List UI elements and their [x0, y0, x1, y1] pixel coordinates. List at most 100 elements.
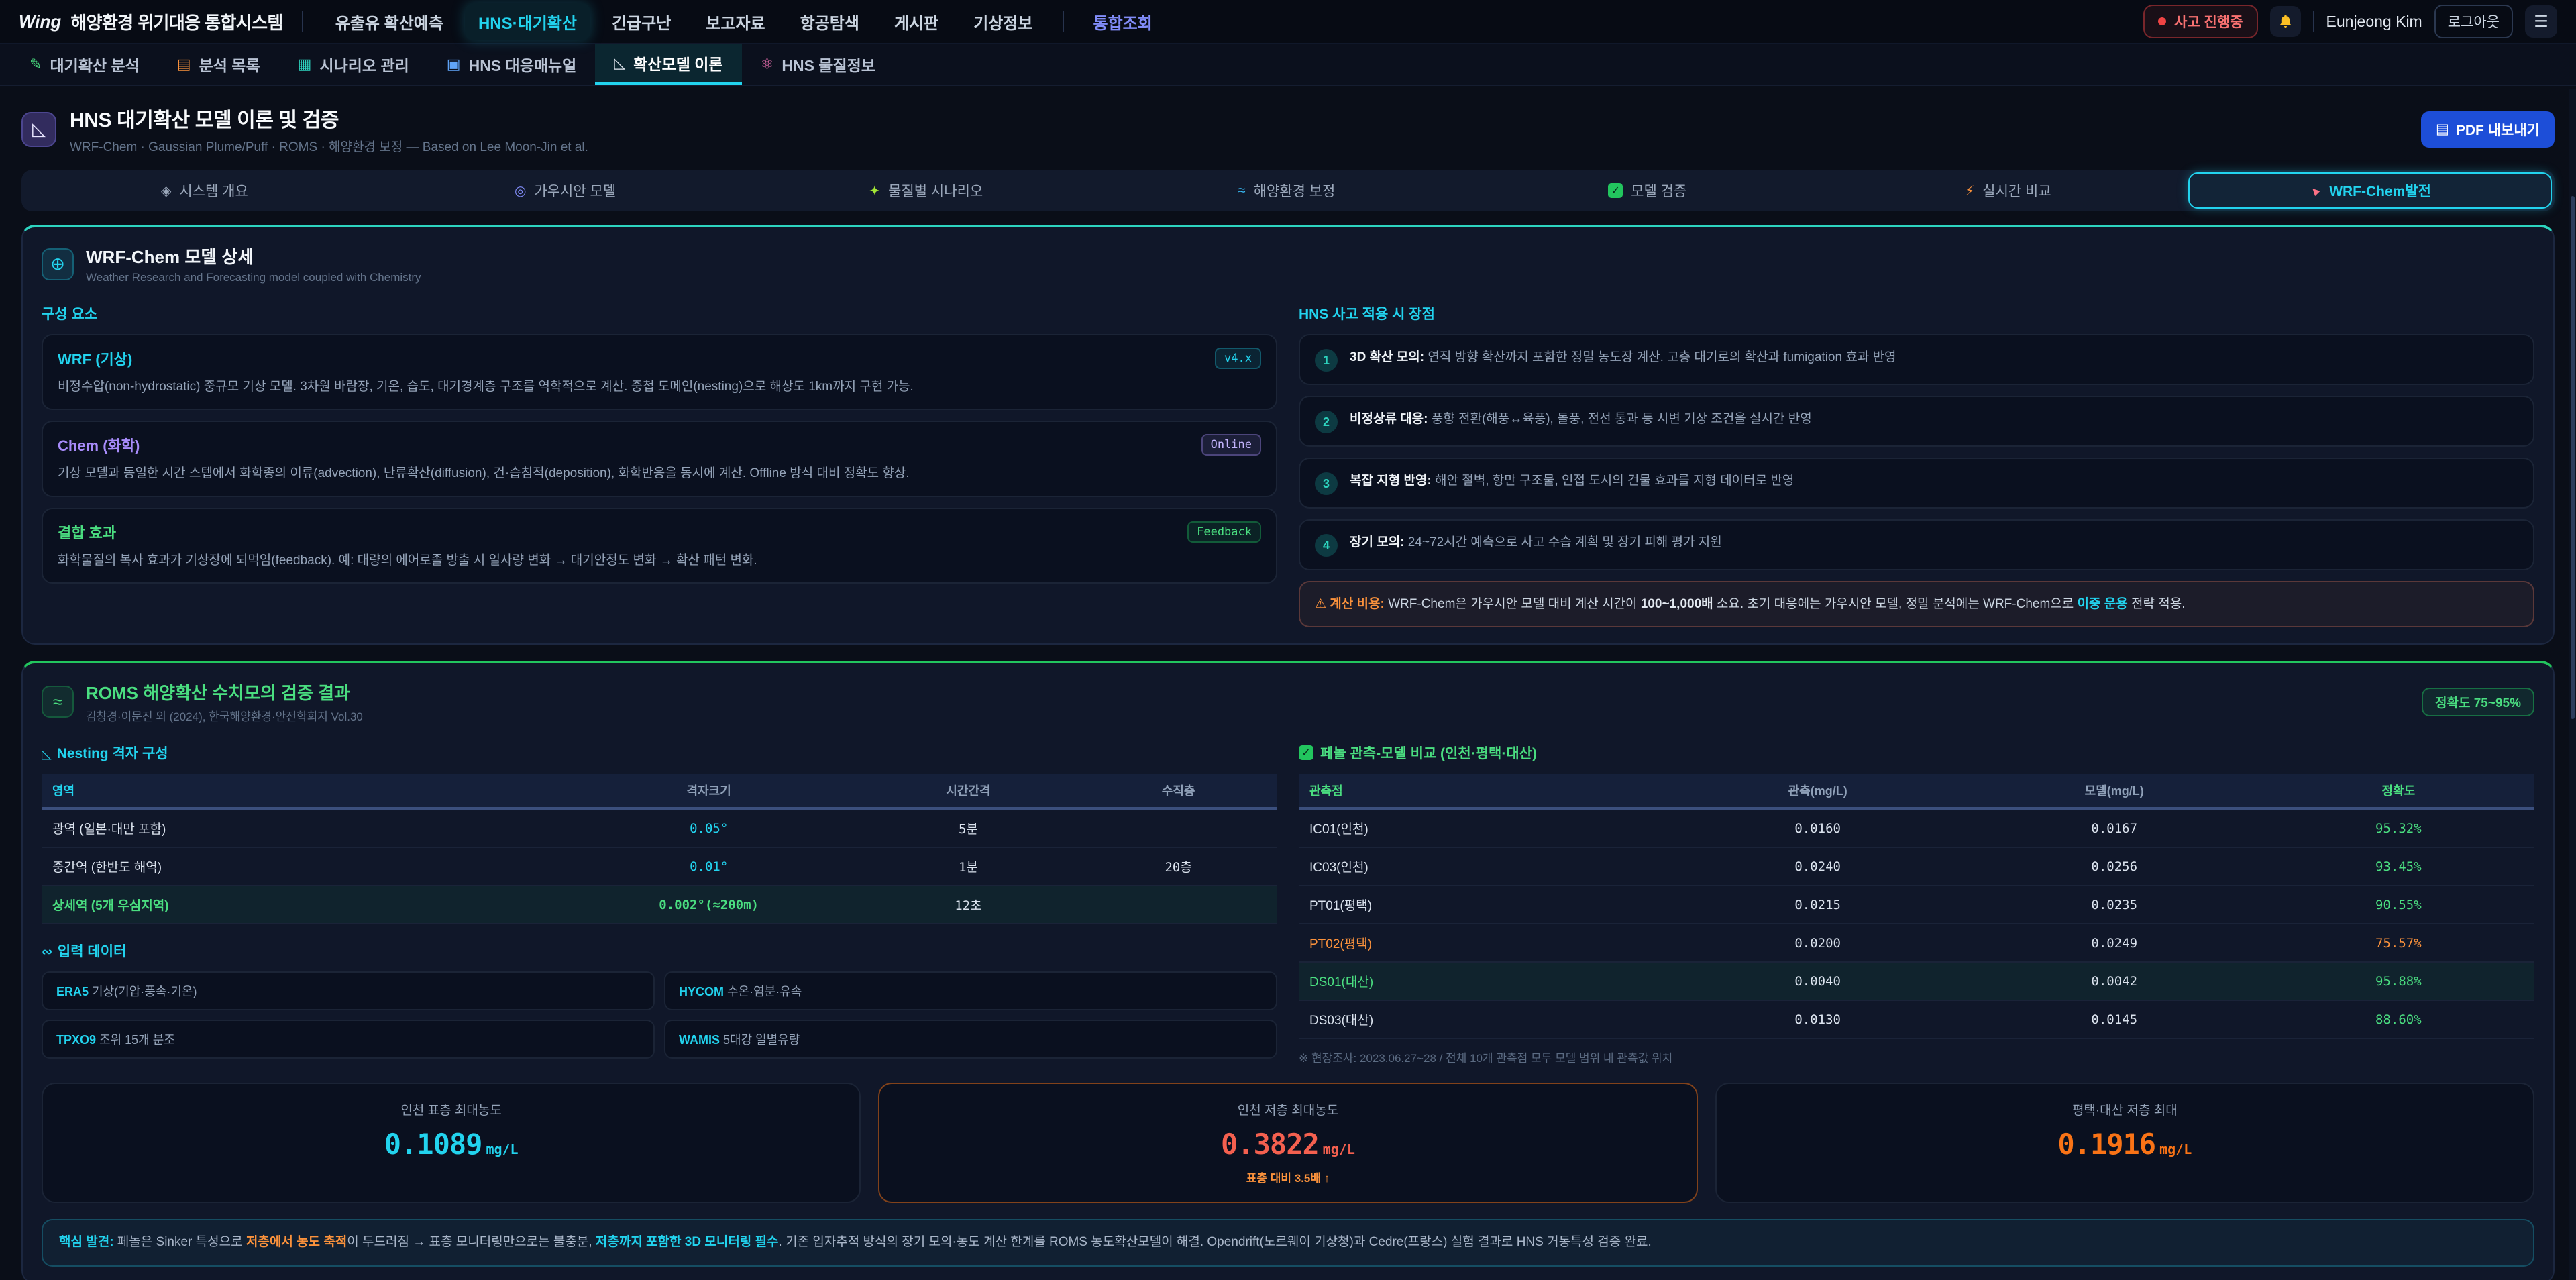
globe-icon: ⊕	[42, 248, 74, 280]
inputs-heading: ∾입력 데이터	[42, 941, 1277, 961]
incident-status-badge[interactable]: 사고 진행중	[2143, 5, 2257, 38]
spiral-icon: ◎	[515, 182, 526, 199]
table-row-highlighted: DS01(대산) 0.0040 0.0042 95.88%	[1299, 962, 2534, 1000]
tab-system-overview[interactable]: ◈시스템 개요	[24, 172, 385, 209]
input-chip-hycom: HYCOM 수온·염분·유속	[664, 971, 1277, 1010]
phenol-heading: ✓페놀 관측-모델 비교 (인천·평택·대산)	[1299, 743, 2534, 763]
concentration-stats: 인천 표층 최대농도 0.1089mg/L 인천 저층 최대농도 0.3822m…	[42, 1083, 2534, 1203]
logo-wing-icon: Wing	[19, 11, 61, 32]
wrf-section-subtitle: Weather Research and Forecasting model c…	[86, 271, 421, 284]
document-icon: ▤	[2436, 121, 2449, 138]
atom-icon: ⚛	[761, 56, 774, 73]
subnav-analysis-list[interactable]: ▤ 분석 목록	[158, 44, 279, 85]
component-name: Chem (화학)	[58, 434, 140, 456]
component-name: 결합 효과	[58, 521, 116, 543]
components-heading: 구성 요소	[42, 303, 1277, 323]
nav-item-board[interactable]: 게시판	[881, 3, 952, 40]
rocket-icon: ▲	[2306, 181, 2324, 199]
link-icon: ∾	[42, 945, 52, 959]
hamburger-menu-button[interactable]: ☰	[2525, 5, 2557, 38]
tab-substance-scenarios[interactable]: ✦물질별 시나리오	[745, 172, 1106, 209]
app-window: Wing 해양환경 위기대응 통합시스템 유출유 확산예측 HNS·대기확산 긴…	[0, 0, 2576, 1280]
nav-item-rescue[interactable]: 긴급구난	[598, 3, 684, 40]
app-logo[interactable]: Wing 해양환경 위기대응 통합시스템	[19, 9, 283, 34]
advantage-item: 2 비정상류 대응: 풍향 전환(해풍↔육풍), 돌풍, 전선 통과 등 시변 …	[1299, 396, 2534, 447]
subnav-diffusion-analysis[interactable]: ✎ 대기확산 분석	[11, 44, 158, 85]
components-column: 구성 요소 WRF (기상) v4.x 비정수압(non-hydrostatic…	[42, 298, 1277, 627]
stat-card-pyeongtaek-daesan-bottom: 평택·대산 저층 최대 0.1916mg/L	[1715, 1083, 2534, 1203]
stat-card-incheon-bottom: 인천 저층 최대농도 0.3822mg/L 표층 대비 3.5배 ↑	[878, 1083, 1697, 1203]
nav-item-hns-diffusion[interactable]: HNS·대기확산	[465, 3, 590, 40]
tab-model-validation[interactable]: ✓모델 검증	[1467, 172, 1828, 209]
nav-item-reports[interactable]: 보고자료	[692, 3, 778, 40]
topnav-right: 사고 진행중 Eunjeong Kim 로그아웃 ☰	[2143, 5, 2557, 38]
nav-item-weather[interactable]: 기상정보	[960, 3, 1046, 40]
advantages-column: HNS 사고 적용 시 장점 1 3D 확산 모의: 연직 방향 확산까지 포함…	[1299, 298, 2534, 627]
logout-button[interactable]: 로그아웃	[2434, 5, 2513, 38]
number-badge: 1	[1315, 349, 1338, 372]
tab-marine-correction[interactable]: ≈해양환경 보정	[1106, 172, 1467, 209]
roms-section-title: ROMS 해양확산 수치모의 검증 결과	[86, 680, 363, 704]
roms-section: ≈ ROMS 해양확산 수치모의 검증 결과 김창경·이문진 외 (2024),…	[21, 661, 2555, 1280]
wave-icon: ≈	[1238, 183, 1246, 199]
phenol-comparison-column: ✓페놀 관측-모델 비교 (인천·평택·대산) 관측점 관측(mg/L) 모델(…	[1299, 737, 2534, 1065]
advantage-item: 1 3D 확산 모의: 연직 방향 확산까지 포함한 정밀 농도장 계산. 고층…	[1299, 334, 2534, 385]
pencil-icon: ✎	[30, 56, 42, 73]
check-icon: ✓	[1608, 183, 1623, 198]
comparison-note: 표층 대비 3.5배 ↑	[896, 1169, 1680, 1185]
ruler-icon: ◺	[42, 747, 52, 761]
phenol-comparison-table: 관측점 관측(mg/L) 모델(mg/L) 정확도 IC01(인천) 0.016…	[1299, 774, 2534, 1039]
table-row: DS03(대산) 0.0130 0.0145 88.60%	[1299, 1000, 2534, 1038]
table-row: IC03(인천) 0.0240 0.0256 93.45%	[1299, 847, 2534, 886]
component-desc: 비정수압(non-hydrostatic) 중규모 기상 모델. 3차원 바람장…	[58, 377, 1261, 396]
tab-realtime-comparison[interactable]: ⚡실시간 비교	[1828, 172, 2189, 209]
flask-icon: ✦	[869, 182, 880, 199]
key-finding-callout: 핵심 발견: 페놀은 Sinker 특성으로 저층에서 농도 축적이 두드러짐 …	[42, 1219, 2534, 1266]
bell-icon	[2277, 13, 2294, 30]
tab-gaussian-model[interactable]: ◎가우시안 모델	[385, 172, 746, 209]
nav-item-aerial-search[interactable]: 항공탐색	[787, 3, 873, 40]
check-icon: ✓	[1299, 745, 1313, 760]
wrf-section-header: ⊕ WRF-Chem 모델 상세 Weather Research and Fo…	[42, 244, 2534, 284]
book-icon: ▣	[447, 56, 461, 73]
accuracy-badge: 정확도 75~95%	[2422, 688, 2534, 716]
roms-section-subtitle: 김창경·이문진 외 (2024), 한국해양환경·안전학회지 Vol.30	[86, 707, 363, 724]
content-tabbar: ◈시스템 개요 ◎가우시안 모델 ✦물질별 시나리오 ≈해양환경 보정 ✓모델 …	[21, 170, 2555, 211]
divider	[2313, 11, 2314, 32]
microscope-icon: ◈	[161, 182, 171, 199]
table-row: 중간역 (한반도 해역) 0.01° 1분 20층	[42, 847, 1277, 886]
notifications-button[interactable]	[2270, 6, 2301, 37]
page-subtitle: WRF-Chem · Gaussian Plume/Puff · ROMS · …	[70, 137, 588, 155]
nesting-table: 영역 격자크기 시간간격 수직층 광역 (일본·대만 포함) 0.05° 5분	[42, 774, 1277, 924]
ruler-icon: ◺	[21, 112, 56, 147]
subnav-model-theory[interactable]: ◺ 확산모델 이론	[595, 44, 741, 85]
feedback-badge: Feedback	[1187, 521, 1261, 543]
input-chip-wamis: WAMIS 5대강 일별유량	[664, 1020, 1277, 1059]
computation-cost-note: ⚠ 계산 비용: WRF-Chem은 가우시안 모델 대비 계산 시간이 100…	[1299, 581, 2534, 627]
subnav-hns-manual[interactable]: ▣ HNS 대응매뉴얼	[428, 44, 596, 85]
subnav-scenario-management[interactable]: ▦ 시나리오 관리	[279, 44, 428, 85]
component-desc: 기상 모델과 동일한 시간 스텝에서 화학종의 이류(advection), 난…	[58, 464, 1261, 483]
nav-item-oil-spill[interactable]: 유출유 확산예측	[322, 3, 457, 40]
table-row: PT02(평택) 0.0200 0.0249 75.57%	[1299, 924, 2534, 962]
stat-card-incheon-surface: 인천 표층 최대농도 0.1089mg/L	[42, 1083, 861, 1203]
number-badge: 4	[1315, 534, 1338, 557]
number-badge: 2	[1315, 411, 1338, 433]
nav-item-integrated-search[interactable]: 통합조회	[1080, 3, 1166, 40]
chart-icon: ▦	[298, 56, 312, 73]
tab-wrf-chem-advancement[interactable]: ▲WRF-Chem발전	[2188, 172, 2552, 209]
divider	[302, 11, 303, 32]
app-title: 해양환경 위기대응 통합시스템	[70, 9, 282, 34]
roms-section-header: ≈ ROMS 해양확산 수치모의 검증 결과 김창경·이문진 외 (2024),…	[42, 680, 2534, 724]
input-data-grid: ERA5 기상(기압·풍속·기온) HYCOM 수온·염분·유속 TPXO9 조…	[42, 971, 1277, 1059]
page-title: HNS 대기확산 모델 이론 및 검증	[70, 103, 588, 133]
subnav-hns-substance-info[interactable]: ⚛ HNS 물질정보	[742, 44, 894, 85]
divider	[1063, 11, 1064, 32]
scrollbar-thumb[interactable]	[2571, 196, 2575, 719]
component-card-coupling: 결합 효과 Feedback 화학물질의 복사 효과가 기상장에 되먹임(fee…	[42, 508, 1277, 584]
pdf-export-button[interactable]: ▤ PDF 내보내기	[2421, 111, 2555, 148]
component-card-wrf: WRF (기상) v4.x 비정수압(non-hydrostatic) 중규모 …	[42, 334, 1277, 410]
input-chip-era5: ERA5 기상(기압·풍속·기온)	[42, 971, 655, 1010]
advantage-item: 4 장기 모의: 24~72시간 예측으로 사고 수습 계획 및 장기 피해 평…	[1299, 519, 2534, 570]
advantage-item: 3 복잡 지형 반영: 해안 절벽, 항만 구조물, 인접 도시의 건물 효과를…	[1299, 458, 2534, 509]
